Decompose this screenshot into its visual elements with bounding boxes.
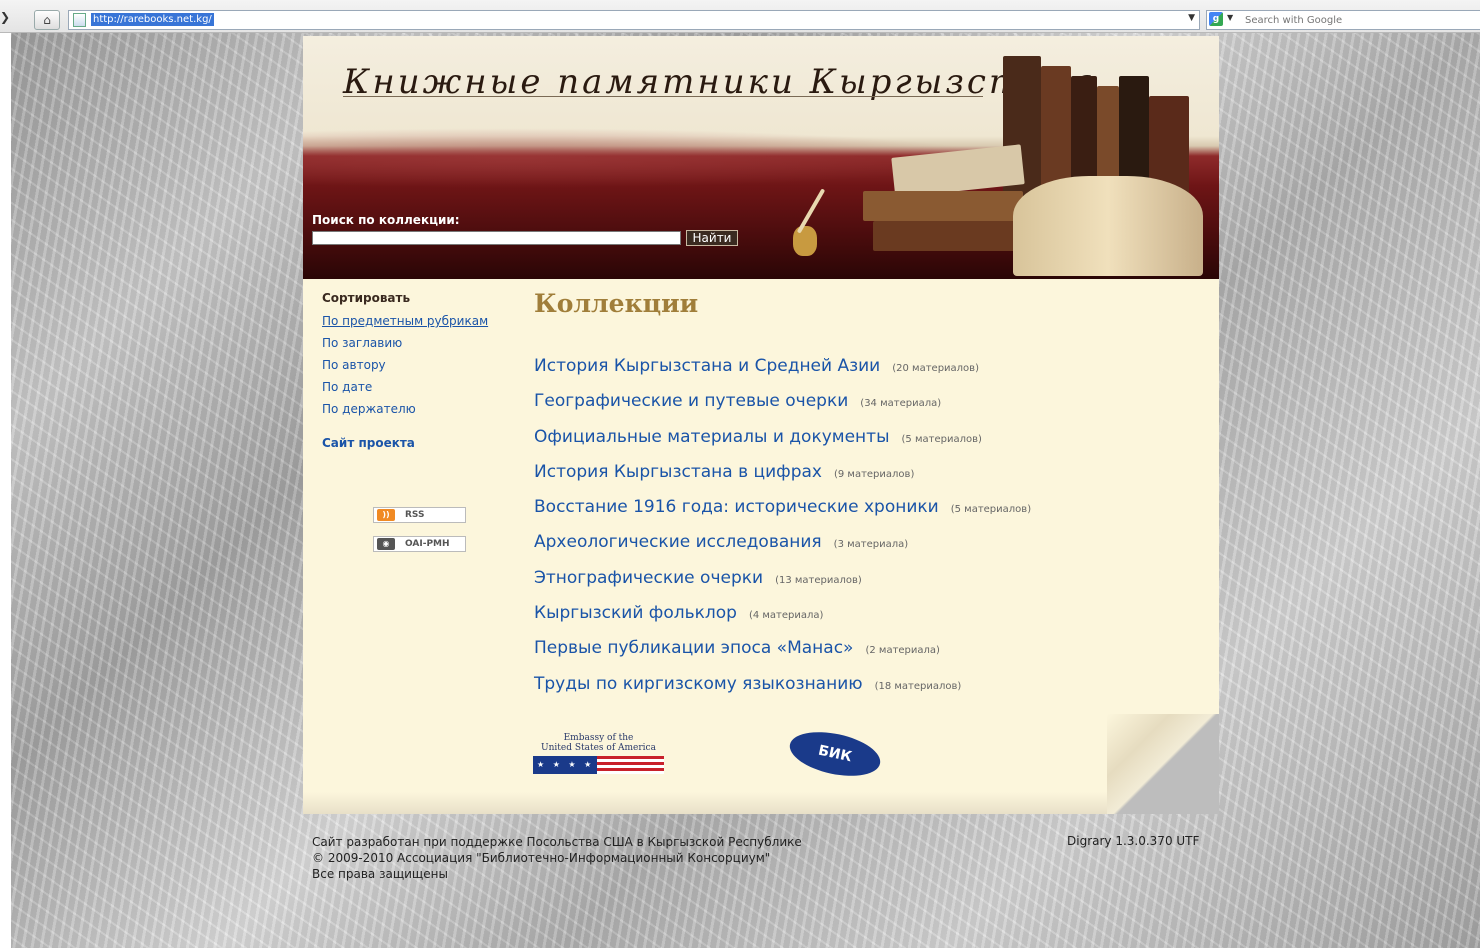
page-heading: Коллекции: [534, 289, 699, 318]
flag-stars: ★ ★ ★ ★: [533, 756, 597, 774]
list-item: Официальные материалы и документы (5 мате…: [534, 427, 1194, 462]
collection-link[interactable]: Восстание 1916 года: исторические хроник…: [534, 497, 939, 517]
chevron-down-icon[interactable]: ▼: [1188, 13, 1195, 23]
footer-line-3: Все права защищены: [312, 867, 448, 881]
browser-search-input[interactable]: [1243, 11, 1477, 29]
collection-link[interactable]: Географические и путевые очерки: [534, 391, 848, 411]
address-text[interactable]: http://rarebooks.net.kg/: [91, 13, 214, 26]
list-item: Этнографические очерки (13 материалов): [534, 568, 1194, 603]
search-button[interactable]: Найти: [686, 230, 738, 246]
sort-by-subject-link[interactable]: По предметным рубрикам: [322, 314, 522, 328]
browser-search-box[interactable]: g ▼: [1206, 10, 1480, 30]
collection-count: (3 материала): [833, 539, 909, 551]
collection-count: (20 материалов): [892, 363, 979, 374]
sort-by-holder-link[interactable]: По держателю: [322, 402, 522, 416]
collection-count: (34 материала): [860, 398, 942, 410]
collection-link[interactable]: Археологические исследования: [534, 532, 822, 552]
collection-search-input[interactable]: [312, 231, 681, 245]
list-item: История Кыргызстана в цифрах (9 материало…: [534, 462, 1194, 497]
header-banner: Книжные памятники Кыргызстана Поиск по к…: [303, 36, 1219, 279]
page-curl: [1107, 714, 1219, 814]
collection-link[interactable]: История Кыргызстана и Средней Азии: [534, 356, 880, 376]
sort-by-date-link[interactable]: По дате: [322, 380, 522, 394]
google-icon[interactable]: g: [1209, 12, 1223, 26]
collection-count: (5 материалов): [950, 504, 1032, 516]
collection-count: (5 материалов): [901, 433, 982, 445]
list-item: Кыргызский фольклор (4 материала): [534, 603, 1194, 638]
window-edge: [0, 32, 11, 948]
rss-label: RSS: [405, 510, 425, 520]
list-item: Первые публикации эпоса «Манас» (2 матери…: [534, 638, 1194, 673]
rss-badge[interactable]: )) RSS: [373, 507, 466, 523]
back-arrow-icon[interactable]: ❯: [0, 10, 10, 24]
collection-search-label: Поиск по коллекции:: [312, 213, 460, 227]
collection-count: (18 материалов): [874, 680, 962, 692]
embassy-line-2: United States of America: [541, 743, 656, 753]
version-label: Digrary 1.3.0.370 UTF: [1067, 834, 1200, 848]
content-area: Сортировать По предметным рубрикам По за…: [303, 279, 1219, 814]
collection-count: (13 материалов): [775, 574, 862, 586]
collection-link[interactable]: Первые публикации эпоса «Манас»: [534, 638, 853, 658]
content-bottom-edge: [303, 792, 1219, 814]
embassy-line-1: Embassy of the: [563, 733, 634, 743]
list-item: История Кыргызстана и Средней Азии (20 ма…: [534, 356, 1194, 391]
list-item: Труды по киргизскому языкознанию (18 мате…: [534, 674, 1194, 709]
books-illustration: [773, 56, 1219, 279]
sidebar: Сортировать По предметным рубрикам По за…: [322, 291, 522, 450]
collection-count: (9 материалов): [833, 468, 915, 480]
bik-logo[interactable]: БИК: [785, 724, 885, 784]
oai-pmh-icon: ◉: [377, 538, 395, 550]
oai-pmh-label: OAI-PMH: [405, 539, 450, 549]
us-flag-icon: ★ ★ ★ ★: [533, 756, 664, 774]
footer-text: Сайт разработан при поддержке Посольства…: [312, 834, 802, 882]
sort-title: Сортировать: [322, 291, 411, 305]
collection-link[interactable]: Официальные материалы и документы: [534, 427, 890, 447]
home-icon[interactable]: ⌂: [34, 10, 60, 30]
address-bar[interactable]: http://rarebooks.net.kg/ ▼: [68, 10, 1200, 30]
flag-stripes: [597, 756, 664, 774]
collection-link[interactable]: Кыргызский фольклор: [534, 603, 737, 623]
footer-line-1: Сайт разработан при поддержке Посольства…: [312, 835, 802, 849]
collection-link[interactable]: История Кыргызстана в цифрах: [534, 462, 822, 482]
oai-pmh-badge[interactable]: ◉ OAI-PMH: [373, 536, 466, 552]
list-item: Географические и путевые очерки (34 матер…: [534, 391, 1194, 426]
page-frame: Книжные памятники Кыргызстана Поиск по к…: [303, 36, 1219, 814]
sort-by-title-link[interactable]: По заглавию: [322, 336, 522, 350]
browser-toolbar: ❯ ⌂ http://rarebooks.net.kg/ ▼ g ▼: [0, 0, 1480, 33]
list-item: Археологические исследования (3 материала…: [534, 532, 1194, 567]
collection-count: (2 материала): [865, 645, 940, 657]
collection-link[interactable]: Труды по киргизскому языкознанию: [534, 674, 863, 694]
list-item: Восстание 1916 года: исторические хроник…: [534, 497, 1194, 532]
collection-count: (4 материала): [748, 610, 824, 622]
page-icon: [73, 13, 86, 27]
sort-by-author-link[interactable]: По автору: [322, 358, 522, 372]
search-engine-dropdown-icon[interactable]: ▼: [1227, 13, 1233, 22]
us-embassy-logo[interactable]: Embassy of the United States of America …: [533, 733, 664, 774]
project-site-link[interactable]: Сайт проекта: [322, 436, 522, 450]
rss-icon: )): [377, 509, 395, 521]
collection-list: История Кыргызстана и Средней Азии (20 ма…: [534, 356, 1194, 709]
collection-link[interactable]: Этнографические очерки: [534, 568, 763, 588]
footer-line-2: © 2009-2010 Ассоциация "Библиотечно-Инфо…: [312, 851, 771, 865]
